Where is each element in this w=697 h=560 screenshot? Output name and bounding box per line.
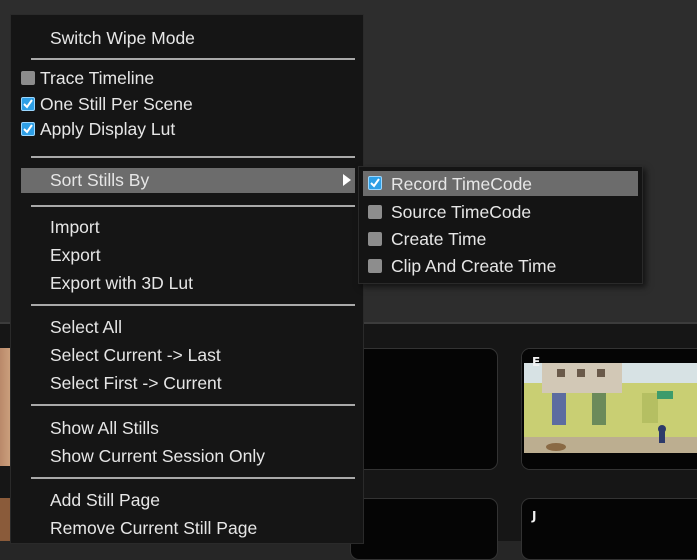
menu-separator <box>31 404 355 406</box>
menu-separator <box>31 156 355 158</box>
select-current-to-last-item[interactable]: Select Current -> Last <box>50 345 221 365</box>
show-current-session-only-item[interactable]: Show Current Session Only <box>50 446 265 466</box>
still-thumbnail-empty-2[interactable] <box>350 498 498 560</box>
export-item[interactable]: Export <box>50 245 101 265</box>
menu-separator <box>31 304 355 306</box>
checkbox-unchecked-icon[interactable] <box>368 232 382 246</box>
one-still-per-scene-label: One Still Per Scene <box>40 94 193 114</box>
record-timecode-label: Record TimeCode <box>391 174 533 194</box>
checkbox-unchecked-icon[interactable] <box>21 71 35 85</box>
record-timecode-item[interactable]: Record TimeCode <box>363 171 638 196</box>
switch-wipe-mode-item[interactable]: Switch Wipe Mode <box>50 28 195 48</box>
still-image <box>522 349 697 469</box>
checkbox-checked-icon[interactable] <box>21 97 35 111</box>
select-all-item[interactable]: Select All <box>50 317 122 337</box>
checkbox-unchecked-icon[interactable] <box>368 205 382 219</box>
export-with-3d-lut-item[interactable]: Export with 3D Lut <box>50 273 193 293</box>
checkbox-unchecked-icon[interactable] <box>368 259 382 273</box>
menu-separator <box>31 205 355 207</box>
triangle-right-icon <box>343 174 351 186</box>
select-first-to-current-item[interactable]: Select First -> Current <box>50 373 222 393</box>
apply-display-lut-label: Apply Display Lut <box>40 119 176 139</box>
still-thumbnail-e[interactable]: E <box>521 348 697 470</box>
clip-and-create-time-label: Clip And Create Time <box>391 256 557 276</box>
sort-stills-by-label: Sort Stills By <box>50 170 150 190</box>
checkbox-checked-icon[interactable] <box>21 122 35 136</box>
import-item[interactable]: Import <box>50 217 100 237</box>
context-menu: Switch Wipe Mode Trace Timeline One Stil… <box>10 14 364 544</box>
create-time-label: Create Time <box>391 229 487 249</box>
checkbox-checked-icon[interactable] <box>368 176 382 190</box>
sort-stills-by-item[interactable]: Sort Stills By <box>21 168 355 193</box>
trace-timeline-label: Trace Timeline <box>40 68 155 88</box>
menu-separator <box>31 477 355 479</box>
add-still-page-item[interactable]: Add Still Page <box>50 490 160 510</box>
remove-current-still-page-item[interactable]: Remove Current Still Page <box>50 518 257 538</box>
menu-separator <box>31 58 355 60</box>
thumbnail-label: E <box>532 355 541 369</box>
still-thumbnail-j[interactable]: J <box>521 498 697 560</box>
sort-stills-submenu: Record TimeCode Source TimeCode Create T… <box>358 166 643 284</box>
still-thumbnail-empty[interactable] <box>350 348 498 470</box>
source-timecode-label: Source TimeCode <box>391 202 532 222</box>
thumbnail-label: J <box>532 509 537 523</box>
show-all-stills-item[interactable]: Show All Stills <box>50 418 159 438</box>
